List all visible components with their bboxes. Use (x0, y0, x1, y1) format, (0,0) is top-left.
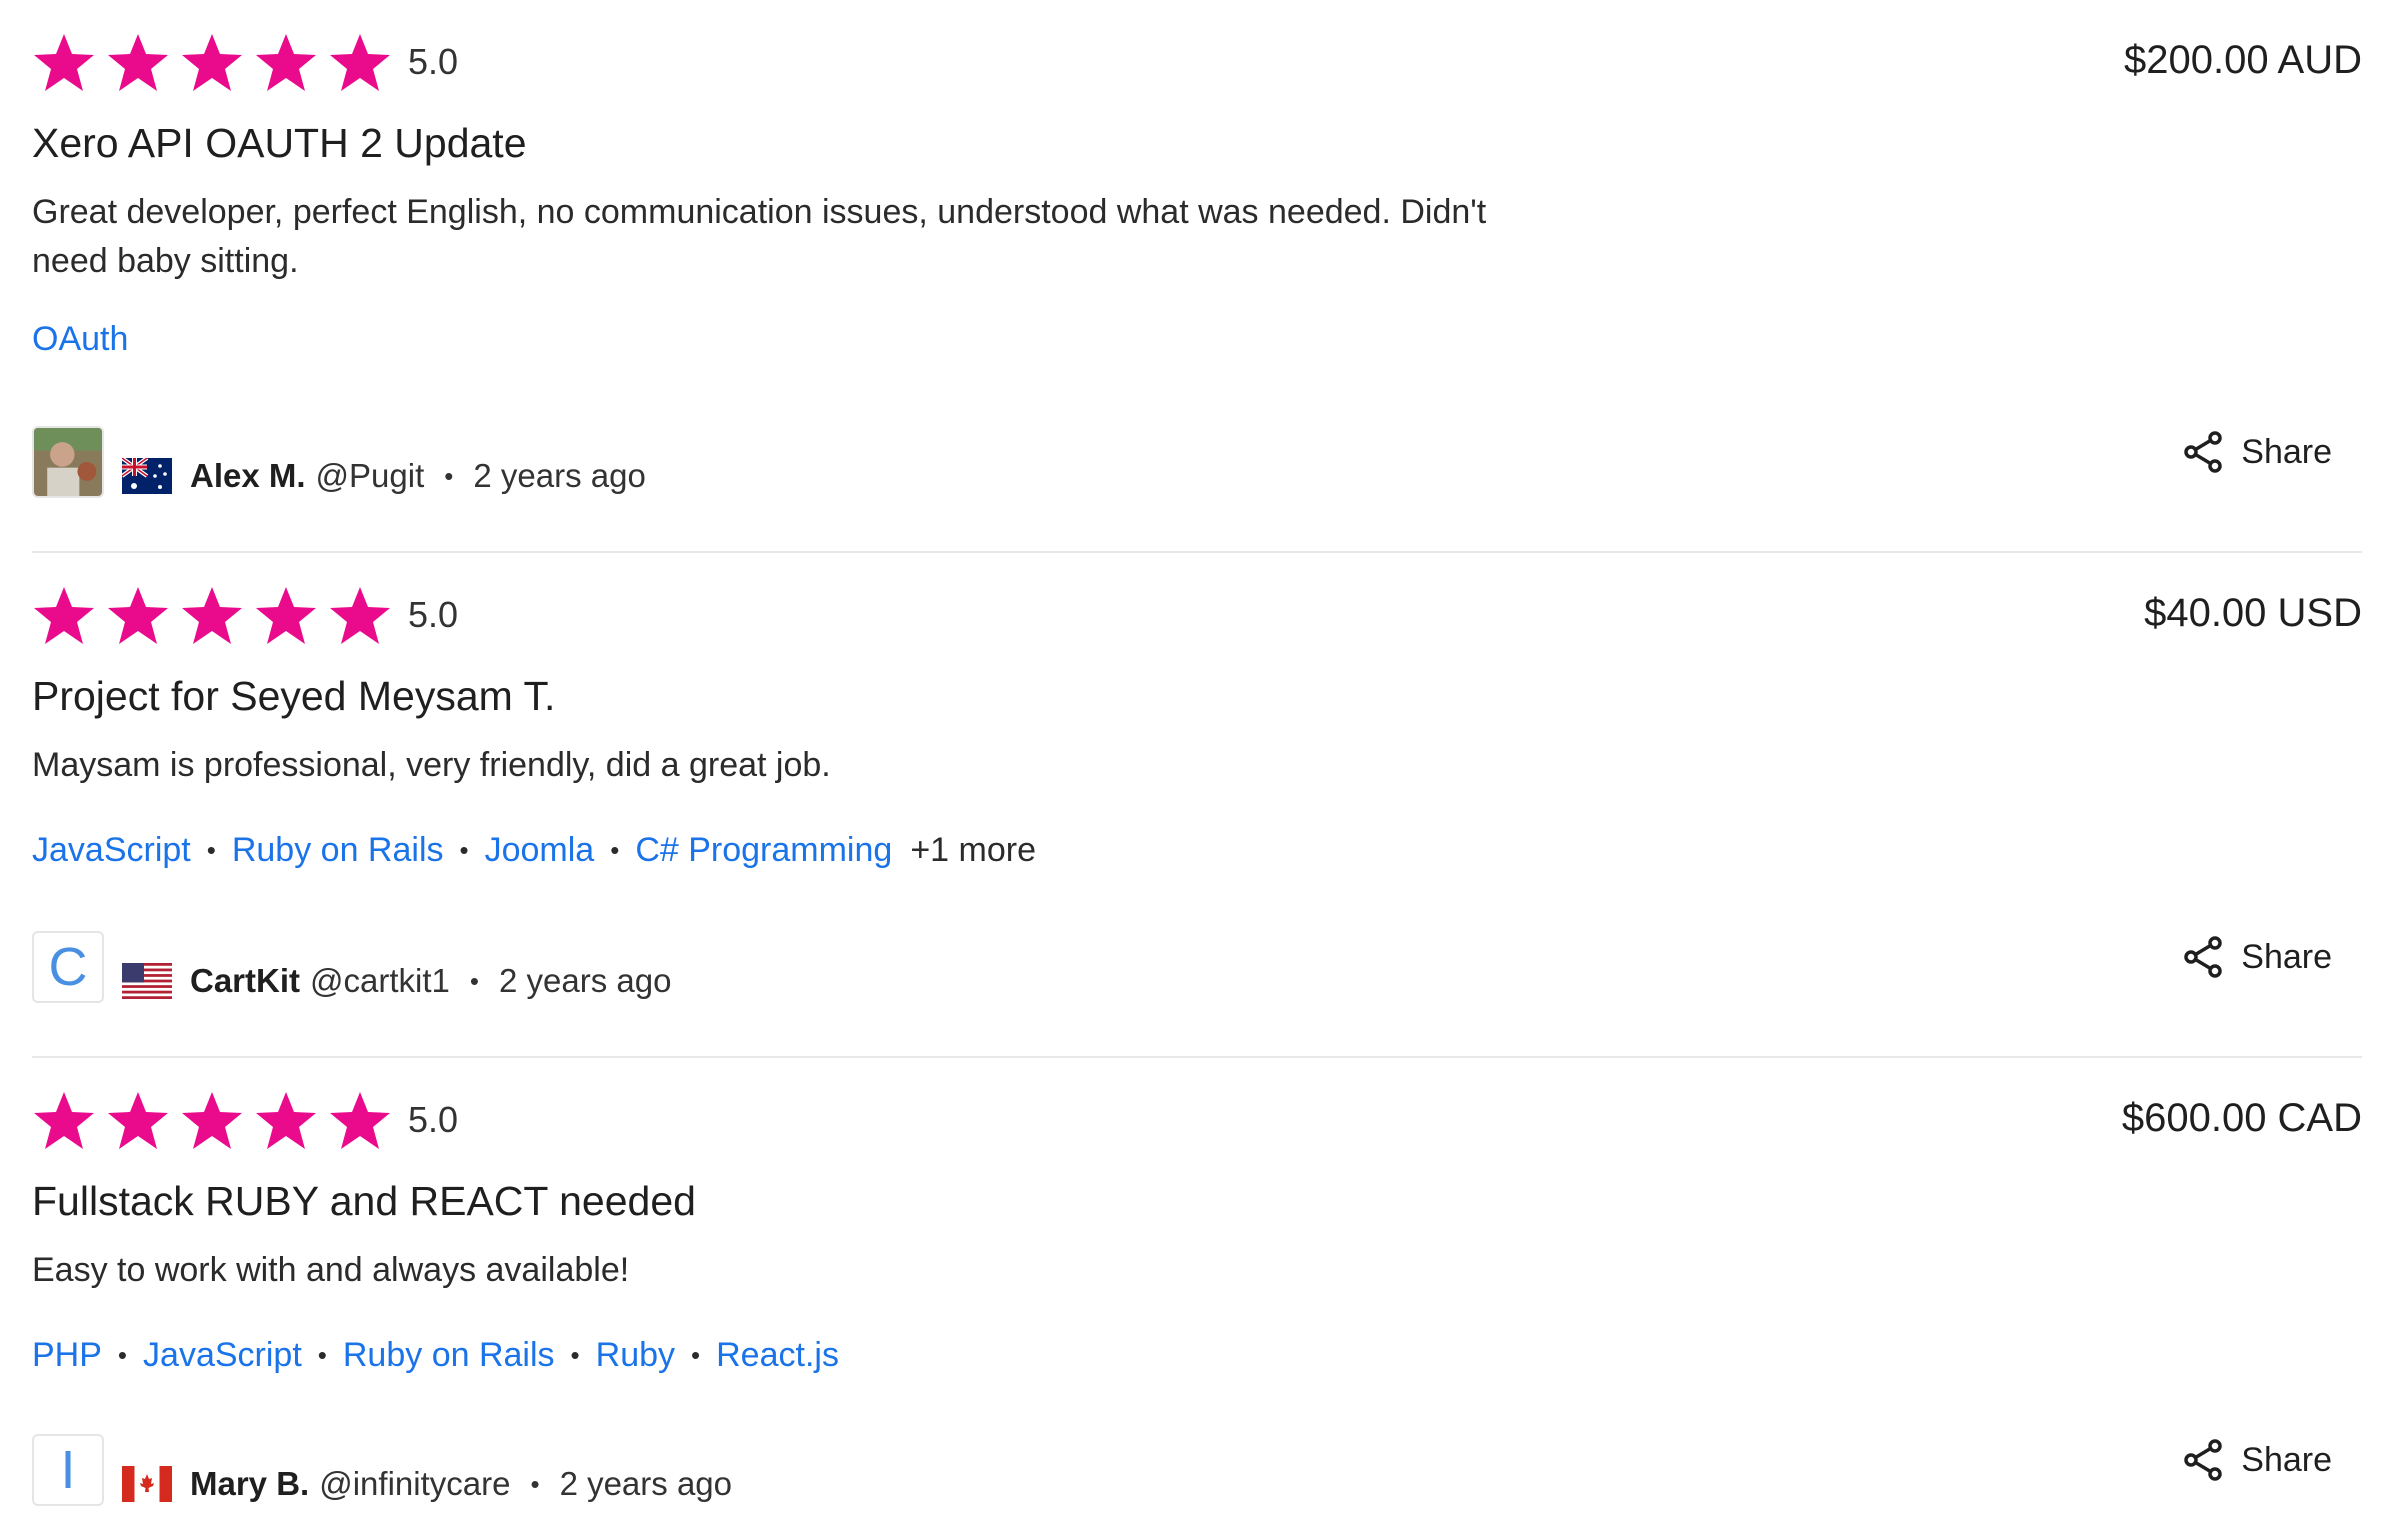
avatar[interactable]: I (32, 1434, 104, 1506)
reviewer-name[interactable]: Alex M. (190, 457, 306, 495)
reviewer-handle: @infinitycare (319, 1465, 511, 1502)
skill-tag[interactable]: Ruby on Rails (232, 831, 444, 870)
project-title: Fullstack RUBY and REACT needed (32, 1178, 696, 1224)
reviewer-info: I Mary B. @infinitycare • 2 years ago (32, 1434, 733, 1520)
australia-flag-icon (122, 458, 172, 494)
project-price: $600.00 CAD (2121, 1096, 2362, 1140)
separator-dot: • (459, 835, 469, 865)
skill-tag[interactable]: PHP (32, 1336, 102, 1375)
skill-tags: JavaScript • Ruby on Rails • Joomla • C#… (32, 831, 1036, 870)
review-card: 5.0 $600.00 CAD Fullstack RUBY and REACT… (32, 1058, 2362, 1512)
share-button[interactable]: Share (2179, 428, 2332, 476)
reviews-list: 5.0 $200.00 AUD Xero API OAUTH 2 Update … (32, 0, 2362, 1512)
reviewer-info: C CartKit @cartkit1 • 2 years ago (32, 931, 672, 1017)
review-description: Great developer, perfect English, no com… (32, 193, 1487, 280)
star-icon (32, 1088, 96, 1152)
separator-dot: • (469, 965, 479, 996)
review-card: 5.0 $200.00 AUD Xero API OAUTH 2 Update … (32, 0, 2362, 553)
separator-dot: • (610, 835, 620, 865)
separator-dot: • (317, 1340, 327, 1370)
share-button[interactable]: Share (2179, 1436, 2332, 1484)
star-icon (328, 583, 392, 647)
review-description: Maysam is professional, very friendly, d… (32, 746, 831, 784)
canada-flag-icon (122, 1466, 172, 1502)
review-time: 2 years ago (473, 457, 646, 494)
avatar-photo (34, 428, 102, 496)
rating-value: 5.0 (408, 594, 459, 635)
more-tags-link[interactable]: +1 more (910, 831, 1036, 870)
reviewer-handle: @cartkit1 (310, 962, 450, 999)
star-icon (180, 30, 244, 94)
rating-row: 5.0 (32, 30, 458, 94)
skill-tag[interactable]: JavaScript (143, 1336, 302, 1375)
star-icon (106, 1088, 170, 1152)
avatar[interactable] (32, 426, 104, 498)
separator-dot: • (691, 1340, 701, 1370)
star-icon (254, 1088, 318, 1152)
skill-tag[interactable]: JavaScript (32, 831, 191, 870)
star-icon (180, 1088, 244, 1152)
separator-dot: • (117, 1340, 128, 1370)
share-label: Share (2241, 1440, 2332, 1479)
avatar[interactable]: C (32, 931, 104, 1003)
skill-tag[interactable]: React.js (716, 1336, 839, 1375)
star-icon (254, 30, 318, 94)
skill-tag[interactable]: Joomla (485, 831, 595, 870)
separator-dot: • (206, 835, 216, 865)
share-button[interactable]: Share (2179, 933, 2332, 981)
separator-dot: • (444, 460, 454, 491)
share-label: Share (2241, 937, 2332, 976)
share-label: Share (2241, 432, 2332, 471)
project-price: $200.00 AUD (2124, 38, 2362, 82)
star-rating (32, 30, 402, 94)
star-icon (106, 583, 170, 647)
project-title: Project for Seyed Meysam T. (32, 673, 556, 719)
reviewer-name[interactable]: CartKit (190, 962, 300, 1000)
reviewer-handle: @Pugit (315, 457, 425, 494)
rating-value: 5.0 (408, 1099, 459, 1140)
skill-tags: OAuth (32, 320, 128, 359)
skill-tags: PHP • JavaScript • Ruby on Rails • Ruby … (32, 1336, 839, 1375)
star-icon (180, 583, 244, 647)
skill-tag[interactable]: C# Programming (635, 831, 892, 870)
star-icon (328, 30, 392, 94)
reviewer-name[interactable]: Mary B. (190, 1465, 309, 1503)
review-card: 5.0 $40.00 USD Project for Seyed Meysam … (32, 553, 2362, 1058)
star-icon (328, 1088, 392, 1152)
separator-dot: • (530, 1468, 540, 1499)
share-icon (2184, 1439, 2223, 1481)
reviewer-info: Alex M. @Pugit • 2 years ago (32, 426, 646, 512)
star-rating (32, 1088, 402, 1152)
share-icon (2184, 936, 2223, 978)
skill-tag[interactable]: OAuth (32, 320, 128, 359)
project-title: Xero API OAUTH 2 Update (32, 120, 527, 166)
project-price: $40.00 USD (2144, 591, 2362, 635)
skill-tag[interactable]: Ruby on Rails (343, 1336, 555, 1375)
usa-flag-icon (122, 963, 172, 999)
rating-row: 5.0 (32, 583, 458, 647)
star-rating (32, 583, 402, 647)
star-icon (106, 30, 170, 94)
star-icon (32, 583, 96, 647)
separator-dot: • (570, 1340, 580, 1370)
share-icon (2184, 431, 2223, 473)
review-description: Easy to work with and always available! (32, 1251, 630, 1289)
star-icon (254, 583, 318, 647)
review-time: 2 years ago (499, 962, 672, 999)
skill-tag[interactable]: Ruby (596, 1336, 675, 1375)
rating-value: 5.0 (408, 41, 459, 82)
star-icon (32, 30, 96, 94)
review-time: 2 years ago (559, 1465, 733, 1502)
rating-row: 5.0 (32, 1088, 458, 1152)
